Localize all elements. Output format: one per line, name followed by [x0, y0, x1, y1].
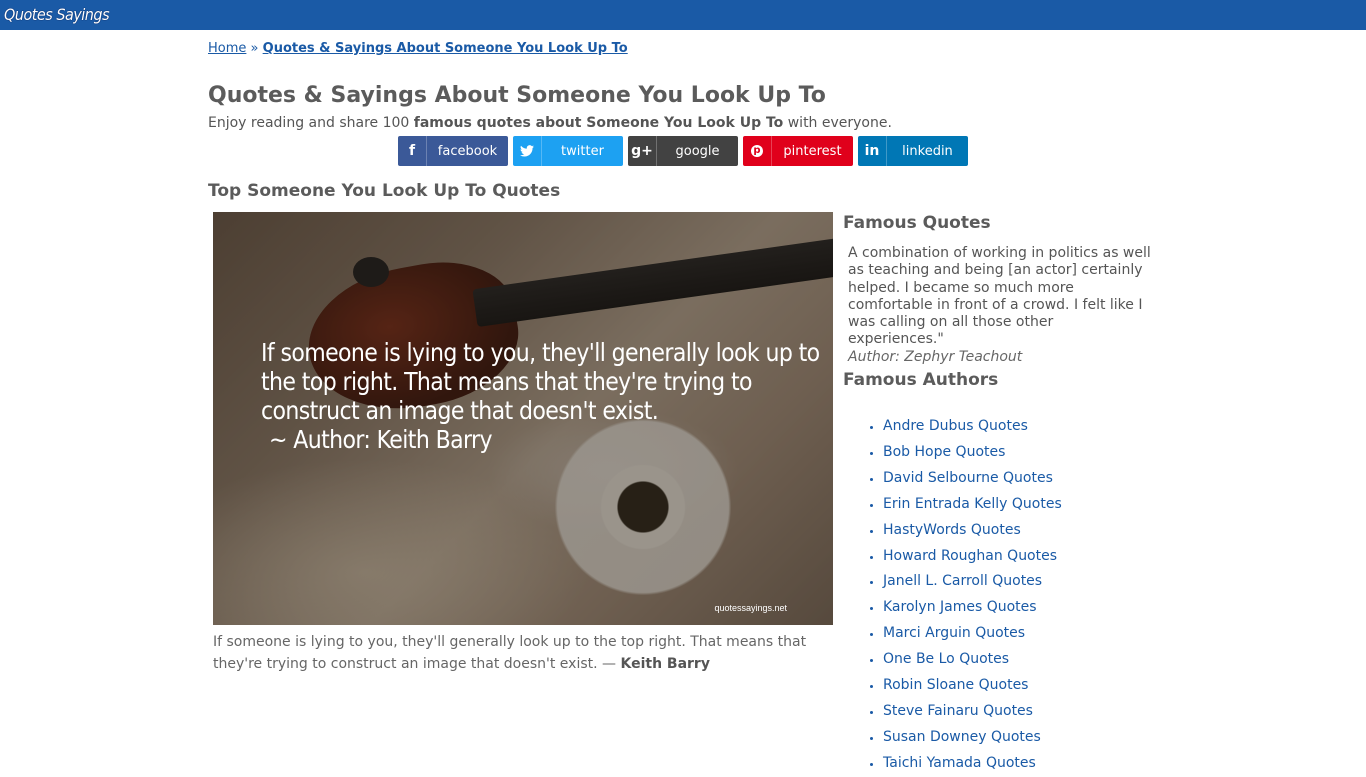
google-share-button[interactable]: g+ google [628, 136, 738, 166]
author-link[interactable]: Susan Downey Quotes [883, 729, 1041, 745]
pinterest-icon-glyph: p [751, 145, 763, 157]
pinterest-share-label: pinterest [783, 143, 842, 159]
facebook-share-label: facebook [437, 143, 498, 159]
twitter-share-label: twitter [561, 143, 604, 159]
author-link[interactable]: Steve Fainaru Quotes [883, 703, 1033, 719]
famous-quote: A combination of working in politics as … [843, 245, 1153, 366]
author-link[interactable]: Andre Dubus Quotes [883, 418, 1028, 434]
quote-image[interactable]: If someone is lying to you, they'll gene… [213, 212, 833, 625]
author-list-item: Janell L. Carroll Quotes [883, 569, 1158, 595]
author-link[interactable]: Robin Sloane Quotes [883, 677, 1028, 693]
author-link[interactable]: Bob Hope Quotes [883, 444, 1005, 460]
intro-text-post: with everyone. [783, 115, 892, 131]
author-list-item: Steve Fainaru Quotes [883, 699, 1158, 725]
breadcrumb-separator: » [250, 41, 259, 56]
author-link[interactable]: Taichi Yamada Quotes [883, 755, 1036, 771]
famous-quotes-heading: Famous Quotes [843, 213, 991, 233]
pinterest-icon: p [743, 136, 772, 166]
author-list-item: HastyWords Quotes [883, 518, 1158, 544]
famous-authors-list: Andre Dubus Quotes Bob Hope Quotes David… [843, 414, 1158, 776]
famous-quote-author: Author: Zephyr Teachout [848, 348, 1023, 365]
breadcrumb-home-link[interactable]: Home [208, 41, 246, 56]
sidebar: Famous Quotes A combination of working i… [843, 213, 1158, 777]
linkedin-icon: in [858, 136, 887, 166]
top-bar: Quotes Sayings [0, 0, 1366, 30]
author-link[interactable]: Erin Entrada Kelly Quotes [883, 496, 1062, 512]
author-link[interactable]: David Selbourne Quotes [883, 470, 1053, 486]
author-list-item: Marci Arguin Quotes [883, 621, 1158, 647]
twitter-share-button[interactable]: twitter [513, 136, 623, 166]
page-intro: Enjoy reading and share 100 famous quote… [208, 115, 892, 131]
facebook-share-button[interactable]: f facebook [398, 136, 508, 166]
pinterest-share-button[interactable]: p pinterest [743, 136, 853, 166]
author-list-item: Taichi Yamada Quotes [883, 751, 1158, 777]
breadcrumb-current-link[interactable]: Quotes & Sayings About Someone You Look … [263, 41, 628, 56]
section-title: Top Someone You Look Up To Quotes [208, 181, 561, 201]
twitter-icon [513, 136, 542, 166]
author-list-item: Karolyn James Quotes [883, 595, 1158, 621]
quote-image-text: If someone is lying to you, they'll gene… [261, 338, 821, 454]
quote-caption-author[interactable]: Keith Barry [620, 656, 709, 672]
author-link[interactable]: One Be Lo Quotes [883, 651, 1009, 667]
author-list-item: Erin Entrada Kelly Quotes [883, 492, 1158, 518]
google-share-label: google [675, 143, 720, 159]
author-list-item: Bob Hope Quotes [883, 440, 1158, 466]
author-link[interactable]: Marci Arguin Quotes [883, 625, 1025, 641]
author-link[interactable]: Karolyn James Quotes [883, 599, 1037, 615]
linkedin-share-button[interactable]: in linkedin [858, 136, 968, 166]
share-buttons: f facebook twitter g+ google p pinterest… [398, 136, 968, 166]
linkedin-share-label: linkedin [902, 143, 953, 159]
site-logo[interactable]: Quotes Sayings [4, 5, 110, 24]
image-watermark: quotessayings.net [714, 603, 787, 613]
breadcrumb: Home » Quotes & Sayings About Someone Yo… [208, 41, 628, 56]
author-list-item: Howard Roughan Quotes [883, 544, 1158, 570]
author-list-item: Robin Sloane Quotes [883, 673, 1158, 699]
author-link[interactable]: Howard Roughan Quotes [883, 548, 1057, 564]
author-link[interactable]: Janell L. Carroll Quotes [883, 573, 1042, 589]
page-title: Quotes & Sayings About Someone You Look … [208, 83, 826, 108]
quote-image-author: ~ Author: Keith Barry [269, 425, 493, 454]
author-list-item: Susan Downey Quotes [883, 725, 1158, 751]
facebook-icon: f [398, 136, 427, 166]
author-list-item: David Selbourne Quotes [883, 466, 1158, 492]
famous-quote-text: A combination of working in politics as … [848, 245, 1151, 348]
author-list-item: One Be Lo Quotes [883, 647, 1158, 673]
quote-caption: If someone is lying to you, they'll gene… [213, 631, 838, 675]
author-link[interactable]: HastyWords Quotes [883, 522, 1021, 538]
intro-text-bold: famous quotes about Someone You Look Up … [413, 115, 784, 131]
famous-authors-heading: Famous Authors [843, 370, 999, 391]
author-list-item: Andre Dubus Quotes [883, 414, 1158, 440]
quote-caption-text: If someone is lying to you, they'll gene… [213, 634, 807, 672]
quote-image-quote: If someone is lying to you, they'll gene… [261, 338, 820, 425]
intro-text-pre: Enjoy reading and share 100 [208, 115, 414, 131]
google-plus-icon: g+ [628, 136, 657, 166]
